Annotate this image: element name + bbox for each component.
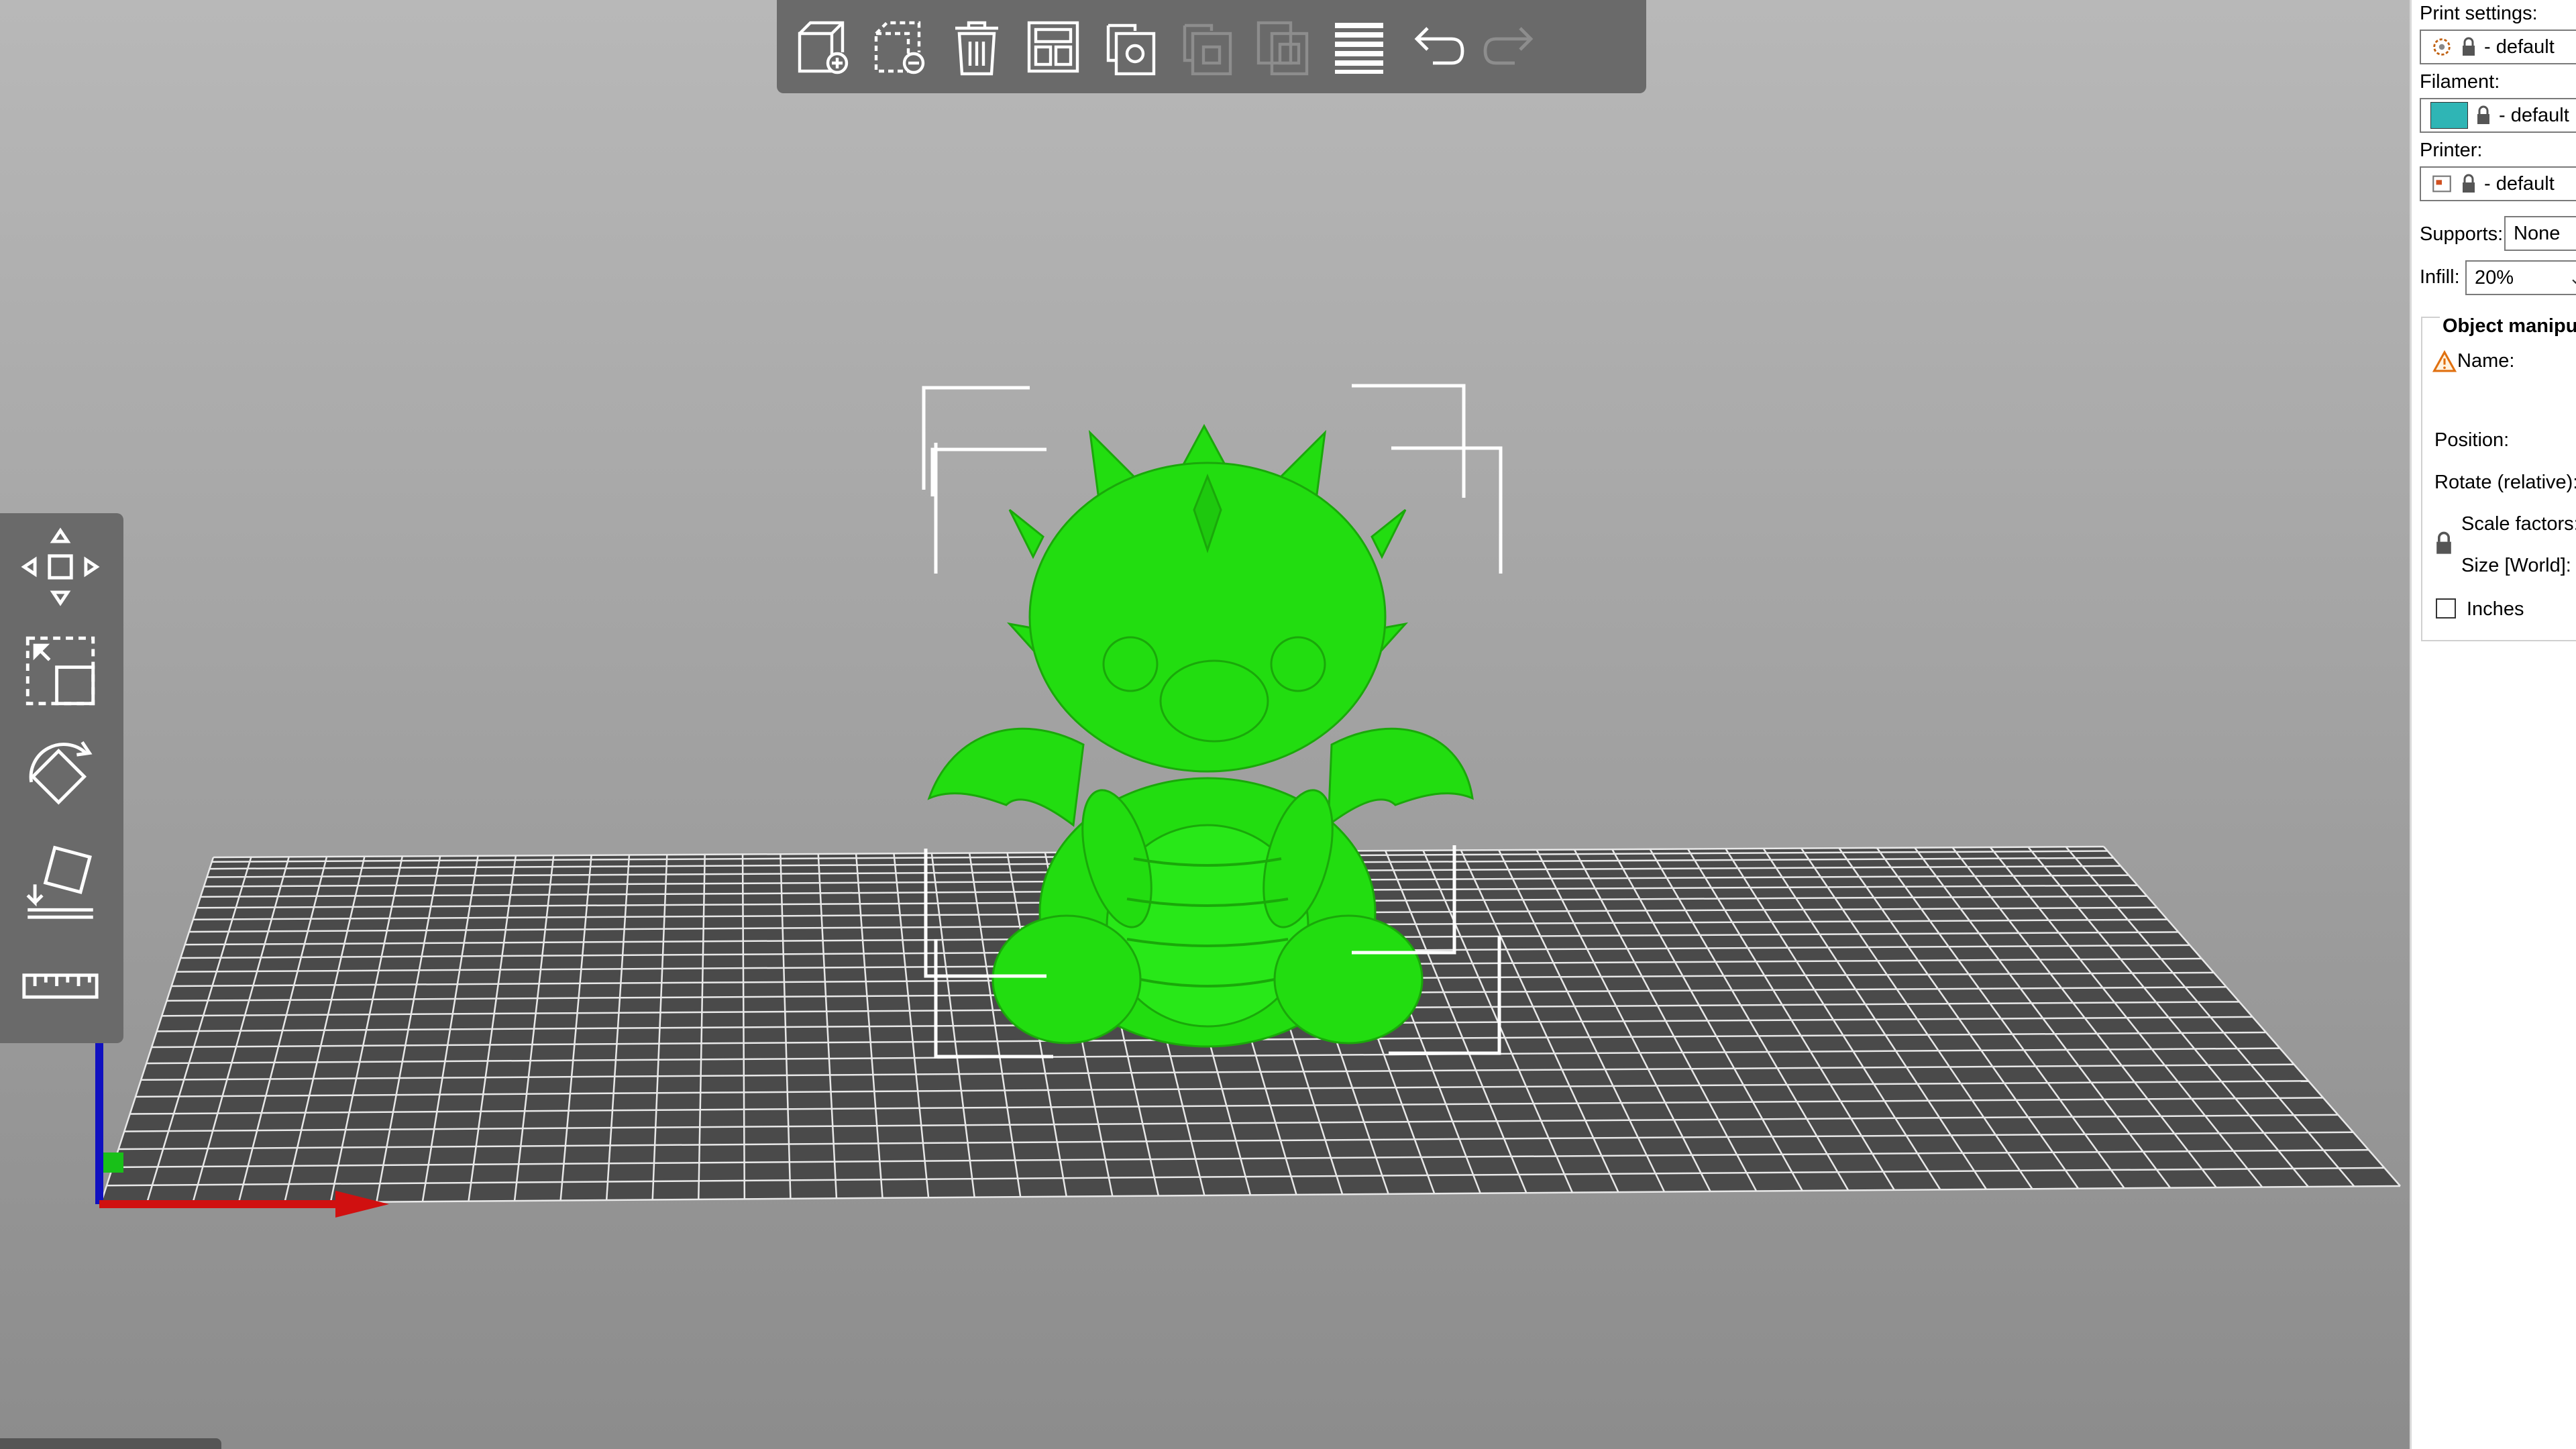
y-axis-stub	[103, 1152, 123, 1173]
printer-label: Printer:	[2420, 140, 2483, 161]
inches-label: Inches	[2467, 598, 2524, 620]
top-toolbar	[777, 0, 1646, 93]
print-settings-value: - default	[2484, 36, 2555, 58]
filament-combo[interactable]: - default	[2420, 98, 2576, 133]
paste-icon	[1183, 23, 1232, 75]
undo-icon	[1414, 26, 1464, 64]
delete-object-button[interactable]	[867, 10, 934, 84]
position-label: Position:	[2434, 429, 2510, 451]
rotate-label: Rotate (relative):	[2434, 472, 2576, 493]
measure-tool-icon	[22, 973, 99, 999]
add-object-icon	[798, 21, 849, 74]
supports-label: Supports:	[2420, 223, 2504, 245]
chevron-down-icon: ⌄	[2569, 268, 2576, 288]
printer-icon	[2432, 175, 2451, 193]
layers-icon	[1335, 22, 1383, 74]
measure-tool-button[interactable]	[13, 939, 107, 1033]
object-manipulation-title: Object manipulation	[2440, 315, 2576, 337]
scale-tool-icon	[25, 636, 95, 706]
redo-icon	[1483, 26, 1534, 64]
3d-viewport[interactable]	[0, 0, 2410, 1449]
print-settings-icon	[2433, 38, 2451, 56]
scale-factors-label: Scale factors:	[2461, 513, 2576, 535]
lock-icon	[2476, 105, 2491, 125]
filament-label: Filament:	[2420, 71, 2500, 93]
scale-tool-button[interactable]	[13, 624, 107, 718]
supports-select[interactable]: None	[2504, 216, 2576, 251]
right-sidebar: Print settings: - default Filament: - de…	[2410, 0, 2576, 1449]
print-settings-combo[interactable]: - default	[2420, 30, 2576, 64]
delete-all-icon	[955, 21, 998, 75]
undo-button[interactable]	[1402, 10, 1469, 84]
lock-icon	[2461, 37, 2476, 57]
arrange-icon	[1027, 21, 1079, 72]
move-tool-icon	[21, 527, 100, 606]
scale-lock-icon[interactable]	[2434, 531, 2453, 561]
supports-value: None	[2514, 222, 2561, 244]
paste-button[interactable]	[1173, 10, 1240, 84]
name-label: Name:	[2457, 350, 2515, 372]
infill-value: 20%	[2475, 266, 2514, 288]
delete-object-icon	[874, 21, 925, 74]
infill-select[interactable]: 20% ⌄	[2465, 260, 2576, 295]
arrange-button[interactable]	[1020, 10, 1087, 84]
size-world-label: Size [World]:	[2461, 555, 2571, 576]
left-toolbar	[0, 513, 123, 1043]
rotate-tool-button[interactable]	[13, 728, 107, 822]
copy-button[interactable]	[1096, 10, 1163, 84]
print-settings-label: Print settings:	[2420, 3, 2538, 24]
place-on-face-button[interactable]	[13, 834, 107, 928]
rotate-tool-icon	[29, 741, 93, 805]
delete-all-button[interactable]	[943, 10, 1010, 84]
place-on-face-icon	[26, 845, 93, 919]
inches-checkbox[interactable]	[2436, 598, 2456, 619]
copy-icon	[1106, 23, 1156, 75]
filament-value: - default	[2499, 104, 2569, 126]
warning-icon	[2432, 350, 2457, 378]
filament-color-swatch	[2430, 102, 2468, 129]
add-instance-button[interactable]	[1249, 10, 1316, 84]
redo-button[interactable]	[1479, 10, 1546, 84]
add-instance-icon	[1256, 21, 1309, 75]
infill-label: Infill:	[2420, 266, 2460, 288]
printer-value: - default	[2484, 172, 2555, 195]
printer-combo[interactable]: - default	[2420, 166, 2576, 201]
lock-icon	[2461, 174, 2476, 194]
scene-canvas[interactable]	[0, 0, 2410, 1449]
move-tool-button[interactable]	[13, 520, 107, 614]
layers-button[interactable]	[1326, 10, 1393, 84]
bottom-scroll-bar[interactable]	[0, 1438, 221, 1449]
add-object-button[interactable]	[790, 10, 857, 84]
